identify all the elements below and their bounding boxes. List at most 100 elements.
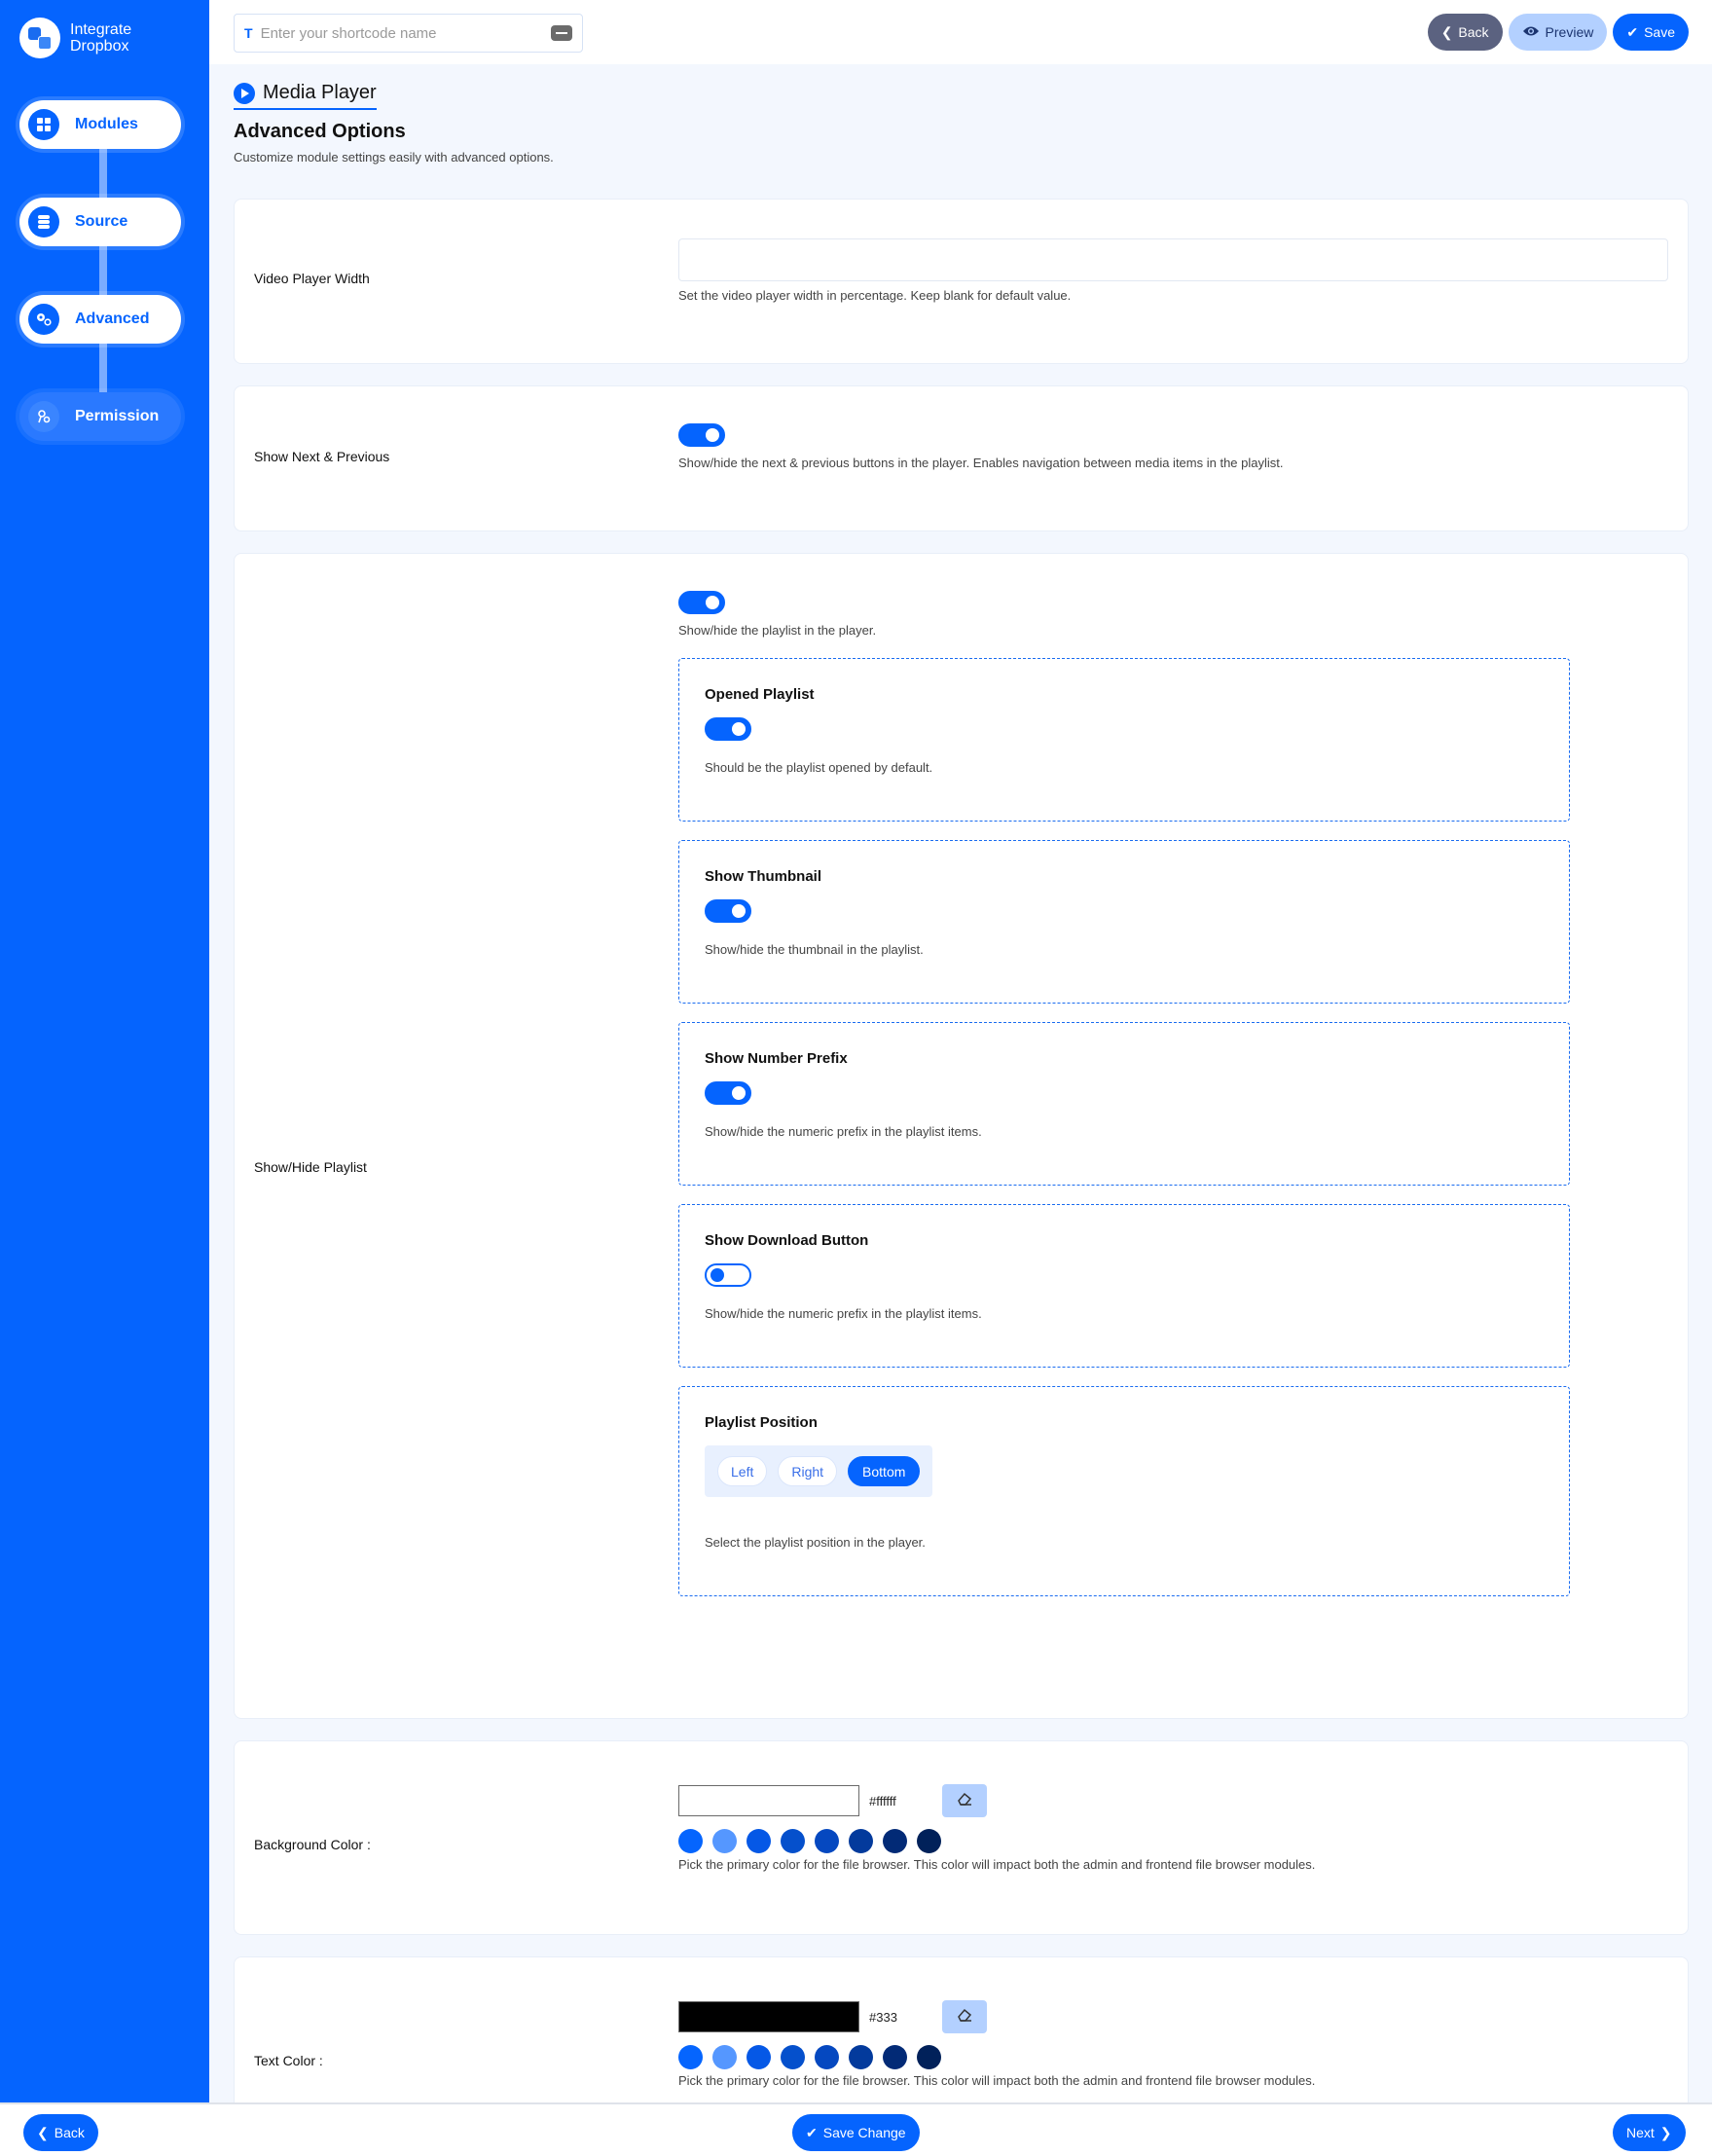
module-title-text: Media Player: [263, 82, 377, 103]
key-icon: [28, 401, 59, 432]
sidebar-item-permission[interactable]: Permission: [19, 392, 181, 441]
setting-description: Set the video player width in percentage…: [678, 288, 1072, 303]
eye-icon: [1522, 24, 1540, 40]
sidebar-item-label: Modules: [75, 116, 138, 132]
check-icon: ✔: [1626, 23, 1639, 40]
app-name-line1: Integrate: [70, 21, 132, 38]
next-label: Next: [1626, 2125, 1655, 2140]
sidebar-item-source[interactable]: Source: [19, 198, 181, 246]
chevron-right-icon: ❯: [1659, 2124, 1672, 2140]
subsetting-title: Opened Playlist: [705, 686, 815, 703]
position-right-button[interactable]: Right: [778, 1456, 838, 1486]
app-name: Integrate Dropbox: [70, 21, 131, 55]
setting-label: Show Next & Previous: [254, 449, 390, 464]
chevron-left-icon: ❮: [1440, 23, 1453, 40]
sidebar-item-advanced[interactable]: Advanced: [19, 295, 181, 344]
color-swatch[interactable]: [815, 2045, 839, 2069]
setting-label: Background Color :: [254, 1837, 371, 1852]
nav-connector: [99, 243, 107, 302]
color-swatch[interactable]: [883, 2045, 907, 2069]
eraser-icon: [956, 2007, 973, 2028]
text-color-swatches: [678, 2045, 1315, 2069]
color-swatch[interactable]: [917, 1829, 941, 1853]
subsetting-show-thumbnail: Show Thumbnail Show/hide the thumbnail i…: [678, 840, 1570, 1004]
subsetting-title: Show Thumbnail: [705, 868, 821, 885]
app-name-line2: Dropbox: [70, 38, 129, 55]
app-logo: Integrate Dropbox: [19, 18, 131, 58]
setting-show-hide-playlist: Show/Hide Playlist Show/hide the playlis…: [234, 553, 1689, 1719]
setting-show-next-previous: Show Next & Previous Show/hide the next …: [234, 385, 1689, 531]
setting-background-color: Background Color : #ffffff Pick the prim…: [234, 1740, 1689, 1935]
color-swatch[interactable]: [883, 1829, 907, 1853]
setting-label: Video Player Width: [254, 271, 370, 286]
save-change-label: Save Change: [822, 2125, 906, 2140]
save-button-label: Save: [1644, 24, 1675, 40]
shortcode-name-input[interactable]: [260, 24, 551, 42]
video-width-input[interactable]: [678, 238, 1668, 281]
color-swatch[interactable]: [747, 2045, 771, 2069]
setting-description: Pick the primary color for the file brow…: [678, 2073, 1316, 2088]
color-swatch[interactable]: [917, 2045, 941, 2069]
color-swatch[interactable]: [678, 2045, 703, 2069]
position-bottom-button[interactable]: Bottom: [848, 1456, 921, 1486]
setting-description: Show/hide the playlist in the player.: [678, 623, 877, 638]
back-button[interactable]: ❮ Back: [1427, 14, 1503, 51]
color-swatch[interactable]: [712, 1829, 737, 1853]
message-icon: [551, 25, 572, 41]
section-title: Advanced Options: [234, 121, 406, 142]
setting-label: Show/Hide Playlist: [254, 1159, 367, 1175]
color-swatch[interactable]: [781, 1829, 805, 1853]
footer-bar: ❮ Back ✔ Save Change Next ❯: [0, 2102, 1712, 2156]
playlist-position-selector: Left Right Bottom: [705, 1445, 933, 1497]
color-swatch[interactable]: [678, 1829, 703, 1853]
opened-playlist-toggle[interactable]: [705, 717, 751, 741]
database-icon: [28, 206, 59, 238]
color-swatch[interactable]: [815, 1829, 839, 1853]
color-swatch[interactable]: [747, 1829, 771, 1853]
color-swatch[interactable]: [849, 2045, 873, 2069]
save-button[interactable]: ✔ Save: [1613, 14, 1689, 51]
text-color-preview[interactable]: [678, 2001, 859, 2032]
chevron-left-icon: ❮: [37, 2124, 49, 2140]
reset-text-color-button[interactable]: [942, 2000, 987, 2033]
background-color-hex: #ffffff: [869, 1793, 896, 1809]
setting-description: Show/hide the next & previous buttons in…: [678, 456, 1284, 470]
show-thumbnail-toggle[interactable]: [705, 899, 751, 923]
sidebar-item-modules[interactable]: Modules: [19, 100, 181, 149]
gears-icon: [28, 304, 59, 335]
nav-connector: [99, 146, 107, 204]
shortcode-name-field[interactable]: T: [234, 14, 583, 53]
text-color-hex: #333: [869, 2009, 897, 2025]
number-prefix-toggle[interactable]: [705, 1081, 751, 1105]
back-button-label: Back: [1458, 24, 1489, 40]
nav-connector: [99, 341, 107, 399]
color-swatch[interactable]: [849, 1829, 873, 1853]
playlist-toggle[interactable]: [678, 591, 725, 614]
subsetting-show-download-button: Show Download Button Show/hide the numer…: [678, 1204, 1570, 1368]
sidebar-item-label: Source: [75, 213, 128, 230]
dropbox-logo-icon: [19, 18, 60, 58]
next-button[interactable]: Next ❯: [1613, 2114, 1686, 2151]
preview-button[interactable]: Preview: [1508, 14, 1608, 51]
color-swatch[interactable]: [712, 2045, 737, 2069]
footer-back-button[interactable]: ❮ Back: [23, 2114, 98, 2151]
subsetting-description: Show/hide the thumbnail in the playlist.: [705, 942, 924, 957]
subsetting-show-number-prefix: Show Number Prefix Show/hide the numeric…: [678, 1022, 1570, 1186]
subsetting-opened-playlist: Opened Playlist Should be the playlist o…: [678, 658, 1570, 822]
subsetting-description: Select the playlist position in the play…: [705, 1535, 926, 1550]
setting-description: Pick the primary color for the file brow…: [678, 1857, 1316, 1872]
background-color-preview[interactable]: [678, 1785, 859, 1816]
reset-background-color-button[interactable]: [942, 1784, 987, 1817]
color-swatch[interactable]: [781, 2045, 805, 2069]
next-previous-toggle[interactable]: [678, 423, 725, 447]
subsetting-description: Should be the playlist opened by default…: [705, 760, 933, 775]
save-change-button[interactable]: ✔ Save Change: [792, 2114, 920, 2151]
download-button-toggle[interactable]: [705, 1263, 751, 1287]
setting-label: Text Color :: [254, 2053, 323, 2068]
subsetting-title: Playlist Position: [705, 1414, 818, 1431]
subsetting-description: Show/hide the numeric prefix in the play…: [705, 1124, 982, 1139]
position-left-button[interactable]: Left: [717, 1456, 768, 1486]
play-circle-icon: [234, 82, 255, 104]
subsetting-title: Show Download Button: [705, 1232, 869, 1249]
subsetting-description: Show/hide the numeric prefix in the play…: [705, 1306, 982, 1321]
